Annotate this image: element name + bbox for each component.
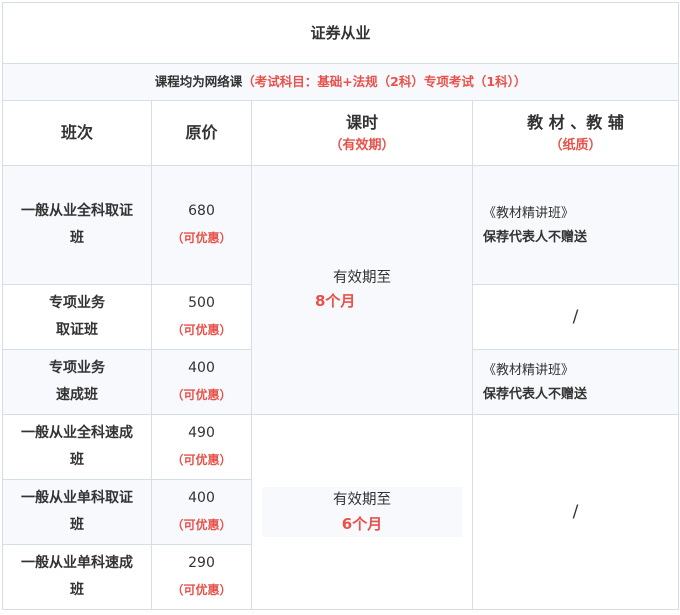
materials-none: /	[471, 414, 680, 610]
class-name-line1: 一般从业全科速成	[21, 425, 133, 441]
validity-box: 有效期至 6个月	[262, 487, 462, 537]
table-row: 一般从业全科取证 班 680 （可优惠） 有效期至 8个月 《教材精讲班》 保荐…	[2, 165, 680, 415]
class-name-line2: 班	[70, 517, 84, 533]
course-table-container: 证券从业 课程均为网络课（考试科目：基础+法规（2科）专项考试（1科）） 班次 …	[1, 2, 680, 610]
header-price: 原价	[151, 100, 252, 166]
class-name-line2: 取证班	[56, 322, 98, 338]
validity-value: 6个月	[341, 514, 383, 533]
price-cell: 290 （可优惠）	[151, 544, 252, 610]
price-cell: 400 （可优惠）	[151, 479, 252, 545]
discount-label: （可优惠）	[171, 231, 232, 245]
exam-subjects-note: （考试科目：基础+法规（2科）专项考试（1科））	[242, 73, 527, 89]
header-materials: 教 材 、教 辅 （纸质）	[471, 100, 680, 166]
course-table: 证券从业 课程均为网络课（考试科目：基础+法规（2科）专项考试（1科）） 班次 …	[1, 2, 680, 610]
class-name-line2: 班	[70, 452, 84, 468]
price-value: 500	[188, 295, 215, 311]
discount-label: （可优惠）	[171, 323, 232, 337]
materials-cell: 《教材精讲班》 保荐代表人不赠送	[471, 349, 680, 415]
header-hours: 课时 （有效期）	[251, 100, 473, 166]
header-materials-label: 教 材 、教 辅	[527, 112, 624, 132]
price-cell: 490 （可优惠）	[151, 414, 252, 480]
header-hours-sub: （有效期）	[329, 137, 395, 153]
header-class: 班次	[2, 100, 152, 166]
table-title: 证券从业	[1, 2, 680, 64]
class-name-line2: 班	[70, 582, 84, 598]
class-name-line2: 速成班	[56, 387, 98, 403]
table-row: 一般从业全科速成 班 490 （可优惠） 有效期至 6个月 /	[2, 414, 680, 610]
discount-label: （可优惠）	[171, 583, 232, 597]
header-hours-label: 课时	[345, 112, 378, 132]
class-name-line1: 一般从业单科取证	[21, 490, 133, 506]
class-name: 一般从业单科速成 班	[2, 544, 152, 610]
class-name: 专项业务 速成班	[2, 349, 152, 415]
price-cell: 400 （可优惠）	[151, 349, 252, 415]
validity-label: 有效期至	[333, 492, 391, 508]
validity-value: 8个月	[315, 292, 356, 311]
discount-label: （可优惠）	[171, 388, 232, 402]
class-name: 专项业务 取证班	[2, 284, 152, 350]
class-name: 一般从业单科取证 班	[2, 479, 152, 545]
course-note: 课程均为网络课（考试科目：基础+法规（2科）专项考试（1科））	[1, 63, 680, 101]
price-cell: 500 （可优惠）	[151, 284, 252, 350]
materials-book: 《教材精讲班》	[483, 206, 575, 221]
price-value: 490	[188, 425, 215, 441]
discount-label: （可优惠）	[171, 518, 232, 532]
discount-label: （可优惠）	[171, 453, 232, 467]
price-value: 400	[188, 360, 215, 376]
class-name-line1: 专项业务	[49, 295, 105, 311]
price-cell: 680 （可优惠）	[151, 165, 252, 285]
price-value: 290	[188, 555, 215, 571]
course-note-prefix: 课程均为网络课	[154, 73, 243, 89]
materials-none: /	[471, 284, 680, 350]
class-name: 一般从业全科取证 班	[2, 165, 152, 285]
class-name-line1: 专项业务	[49, 360, 105, 376]
price-value: 680	[188, 203, 215, 219]
materials-book: 《教材精讲班》	[483, 363, 575, 378]
class-name-line2: 班	[70, 230, 84, 246]
class-name-line1: 一般从业全科取证	[21, 203, 133, 219]
materials-note: 保荐代表人不赠送	[483, 387, 588, 402]
validity-cell-2: 有效期至 6个月	[251, 414, 473, 610]
validity-label: 有效期至	[333, 269, 391, 286]
class-name-line1: 一般从业单科速成	[21, 555, 133, 571]
price-value: 400	[188, 490, 215, 506]
validity-cell-1: 有效期至 8个月	[251, 165, 473, 415]
materials-note: 保荐代表人不赠送	[483, 230, 588, 245]
class-name: 一般从业全科速成 班	[2, 414, 152, 480]
header-materials-sub: （纸质）	[549, 137, 602, 153]
materials-cell: 《教材精讲班》 保荐代表人不赠送	[471, 165, 680, 285]
